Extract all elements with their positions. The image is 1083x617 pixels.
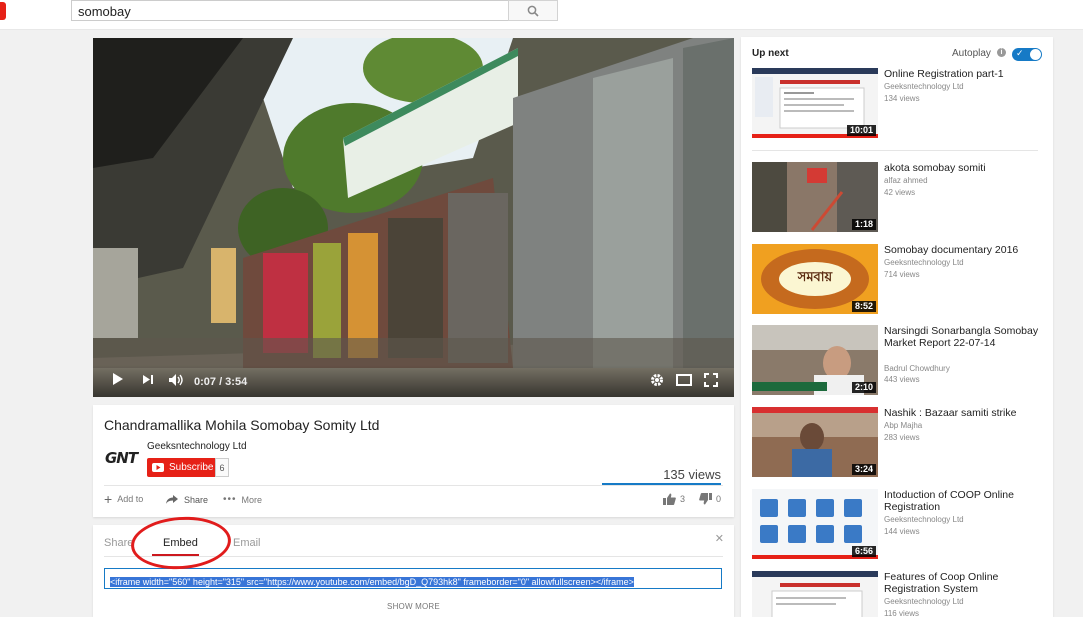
video-title[interactable]: akota somobay somiti [884, 162, 1040, 174]
share-button[interactable]: Share [165, 494, 208, 505]
duration-badge: 3:24 [851, 464, 876, 475]
video-title[interactable]: Features of Coop Online Registration Sys… [884, 571, 1040, 595]
channel-name: alfaz ahmed [884, 176, 928, 185]
list-item[interactable]: 6:56 Intoduction of COOP Online Registra… [752, 489, 1042, 559]
channel-name: Geeksntechnology Ltd [884, 82, 964, 91]
like-button[interactable]: 3 [663, 493, 685, 505]
thumbnail-image [752, 571, 878, 617]
list-item[interactable]: 1:18 akota somobay somiti alfaz ahmed 42… [752, 162, 1042, 232]
video-frame [93, 38, 734, 397]
dislike-count: 0 [716, 494, 722, 504]
dislike-button[interactable]: 0 [699, 493, 721, 505]
view-count: 144 views [884, 527, 920, 536]
view-count: 714 views [884, 270, 920, 279]
view-count: 135 views [663, 467, 721, 482]
video-thumbnail[interactable] [752, 571, 878, 617]
share-label: Share [184, 494, 209, 505]
video-title[interactable]: Intoduction of COOP Online Registration [884, 489, 1040, 513]
view-count: 42 views [884, 188, 916, 197]
channel-name: Geeksntechnology Ltd [884, 597, 964, 606]
show-more-button[interactable]: SHOW MORE [93, 602, 734, 611]
subscribe-button[interactable]: Subscribe [147, 458, 215, 477]
search-input[interactable]: somobay [71, 0, 508, 21]
search-icon [527, 5, 539, 17]
like-count: 3 [680, 494, 686, 504]
time-display: 0:07 / 3:54 [194, 376, 248, 388]
up-next-heading: Up next [752, 48, 789, 59]
duration-badge: 1:18 [851, 219, 876, 230]
subscribe-label: Subscribe [169, 462, 214, 473]
add-to-button[interactable]: + Add to [104, 490, 144, 507]
duration-badge: 6:56 [851, 546, 876, 557]
list-item[interactable]: 10:01 Online Registration part-1 Geeksnt… [752, 68, 1042, 138]
channel-name: Geeksntechnology Ltd [884, 515, 964, 524]
thumbs-up-icon [663, 493, 676, 505]
video-thumbnail[interactable]: 1:18 [752, 162, 878, 232]
video-title: Chandramallika Mohila Somobay Somity Ltd [104, 417, 380, 433]
list-item[interactable]: Features of Coop Online Registration Sys… [752, 571, 1042, 617]
channel-name: Geeksntechnology Ltd [884, 258, 964, 267]
youtube-logo[interactable] [0, 2, 6, 20]
play-icon[interactable] [112, 372, 124, 386]
add-to-label: Add to [117, 494, 144, 504]
gear-icon[interactable] [650, 373, 664, 387]
close-icon[interactable]: ✕ [715, 532, 724, 545]
subscriber-count: 6 [215, 458, 229, 477]
share-panel: Share Embed Email ✕ <iframe width="560" … [93, 525, 734, 617]
duration-badge: 8:52 [851, 301, 876, 312]
autoplay-label: Autoplay [952, 48, 991, 59]
video-title[interactable]: Narsingdi Sonarbangla Somobay Market Rep… [884, 325, 1040, 349]
player-controls: 0:07 / 3:54 [93, 365, 734, 397]
video-title[interactable]: Nashik : Bazaar samiti strike [884, 407, 1040, 419]
thumbnail-caption: সমবায় [797, 270, 833, 285]
duration-badge: 10:01 [846, 125, 876, 136]
divider [752, 150, 1038, 151]
search-button[interactable] [508, 0, 558, 21]
volume-icon[interactable] [168, 373, 184, 387]
thumbs-down-icon [699, 493, 712, 505]
autoplay-toggle[interactable]: ✓ [1012, 48, 1042, 61]
list-item[interactable]: 3:24 Nashik : Bazaar samiti strike Abp M… [752, 407, 1042, 477]
channel-avatar[interactable]: GNT [105, 449, 138, 467]
more-label: More [241, 494, 263, 505]
divider [104, 485, 723, 486]
video-player[interactable]: 0:07 / 3:54 [93, 38, 734, 397]
embed-code-field[interactable]: <iframe width="560" height="315" src="ht… [104, 568, 722, 589]
toggle-knob [1030, 49, 1041, 60]
video-thumbnail[interactable]: 6:56 [752, 489, 878, 559]
view-count: 116 views [884, 609, 919, 617]
video-thumbnail[interactable]: 3:24 [752, 407, 878, 477]
more-dots-icon: ••• [223, 494, 237, 505]
channel-name: Abp Majha [884, 421, 923, 430]
channel-name[interactable]: Geeksntechnology Ltd [147, 441, 247, 452]
info-icon[interactable]: i [997, 48, 1006, 57]
theater-mode-icon[interactable] [676, 374, 692, 386]
divider [104, 556, 723, 557]
youtube-play-icon [152, 463, 164, 472]
tab-embed[interactable]: Embed [163, 537, 198, 549]
more-button[interactable]: ••• More [223, 494, 262, 505]
up-next-sidebar: Up next Autoplay i ✓ 10:01 Online Regist… [741, 37, 1053, 617]
view-count: 283 views [884, 433, 920, 442]
plus-icon: + [104, 490, 113, 507]
view-count: 443 views [884, 375, 920, 384]
list-item[interactable]: 2:10 Narsingdi Sonarbangla Somobay Marke… [752, 325, 1042, 395]
video-thumbnail[interactable]: 10:01 [752, 68, 878, 138]
video-title[interactable]: Online Registration part-1 [884, 68, 1040, 80]
video-thumbnail[interactable]: 2:10 [752, 325, 878, 395]
check-icon: ✓ [1016, 48, 1024, 58]
share-icon [166, 495, 178, 504]
video-title[interactable]: Somobay documentary 2016 [884, 244, 1040, 256]
duration-badge: 2:10 [851, 382, 876, 393]
next-icon[interactable] [142, 374, 154, 385]
tab-share[interactable]: Share [104, 537, 133, 549]
top-bar: somobay [0, 0, 1083, 30]
embed-code: <iframe width="560" height="315" src="ht… [110, 577, 634, 587]
video-info: Chandramallika Mohila Somobay Somity Ltd… [93, 405, 734, 517]
tab-email[interactable]: Email [233, 537, 261, 549]
list-item[interactable]: সমবায় 8:52 Somobay documentary 2016 Gee… [752, 244, 1042, 314]
fullscreen-icon[interactable] [704, 373, 718, 387]
view-count: 134 views [884, 94, 920, 103]
video-thumbnail[interactable]: সমবায় 8:52 [752, 244, 878, 314]
